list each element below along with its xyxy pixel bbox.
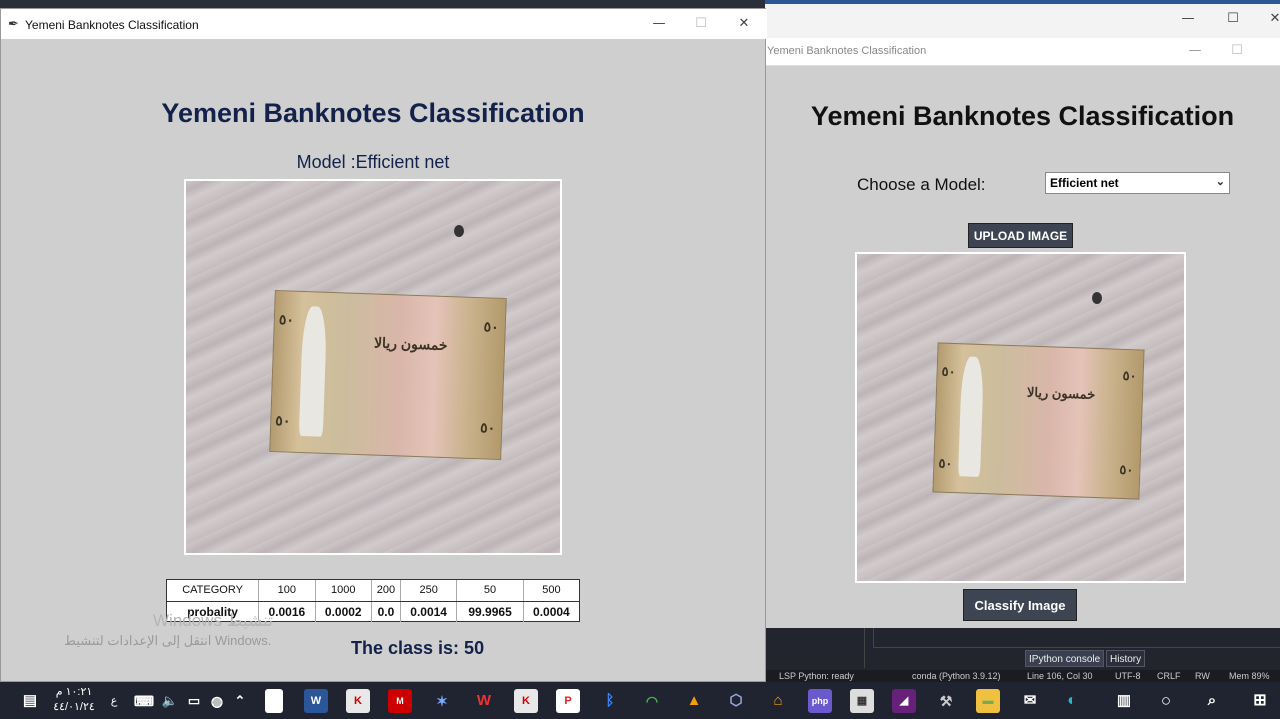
table-header-row: CATEGORY 100 1000 200 250 50 500 — [167, 580, 579, 602]
start-icon[interactable]: ⊞ — [1248, 689, 1272, 713]
maximize-button[interactable]: ☐ — [1213, 4, 1253, 34]
table-cell: CATEGORY — [167, 580, 260, 602]
table-cell: 200 — [371, 580, 401, 602]
app-icon-grid[interactable]: ▦ — [850, 689, 874, 713]
table-cell: 99.9965 — [456, 601, 524, 622]
page-title: Yemeni Banknotes Classification — [161, 98, 585, 128]
feather-icon: ✒ — [8, 16, 19, 31]
chevron-down-icon: ⌄ — [1215, 176, 1225, 188]
word-icon[interactable]: W — [304, 689, 328, 713]
virtualbox-icon[interactable]: ⬡ — [724, 689, 748, 713]
taskbar-clock[interactable]: ١٠:٢١ م ٤٤/٠١/٢٤ — [52, 685, 96, 715]
ide-panel: IPython console History LSP Python: read… — [765, 628, 1280, 682]
classifier-window-main: ✒ Yemeni Banknotes Classification — ☐ ✕ … — [0, 8, 767, 682]
table-cell: 0.0 — [371, 601, 401, 622]
status-lsp: LSP Python: ready — [779, 671, 854, 681]
battery-icon[interactable]: ▭ — [182, 689, 206, 713]
model-select[interactable]: Efficient net ⌄ — [1045, 172, 1230, 194]
search-icon[interactable]: ⌕ — [1200, 689, 1224, 713]
background-window-titlebar: — ☐ ✕ — [765, 0, 1280, 38]
choose-model-label: Choose a Model: — [857, 175, 986, 194]
matlab-icon[interactable]: ▲ — [682, 689, 706, 713]
table-cell: 500 — [523, 580, 579, 602]
tab-ipython-console[interactable]: IPython console — [1025, 650, 1105, 667]
table-cell: 100 — [258, 580, 316, 602]
wifi-icon[interactable]: ◠ — [640, 689, 664, 713]
pdf-icon[interactable]: P — [556, 689, 580, 713]
file-explorer-doc-icon[interactable] — [265, 689, 283, 713]
close-button[interactable]: ✕ — [1255, 4, 1280, 34]
table-cell: 1000 — [315, 580, 372, 602]
window-titlebar: ✒ Yemeni Banknotes Classification — ☐ ✕ — [1, 9, 767, 39]
wps-sheet-icon[interactable]: K — [514, 689, 538, 713]
model-label: Model :Efficient net — [296, 152, 450, 172]
classifier-window-secondary: Yemeni Banknotes Classification — ☐ Yeme… — [765, 38, 1280, 628]
window-title: Yemeni Banknotes Classification — [767, 45, 927, 57]
tools-icon[interactable]: ⚒ — [934, 689, 958, 713]
visual-studio-icon[interactable]: ◢ — [892, 689, 916, 713]
language-indicator[interactable]: ع — [102, 689, 126, 713]
app-icon-red[interactable]: M — [388, 689, 412, 713]
table-cell: 250 — [400, 580, 458, 602]
status-mem: Mem 89% — [1229, 671, 1270, 681]
clock-date: ٤٤/٠١/٢٤ — [53, 701, 95, 713]
folder-icon[interactable]: ▬ — [976, 689, 1000, 713]
notification-icon[interactable]: ▤ — [18, 689, 42, 713]
window-title: Yemeni Banknotes Classification — [25, 18, 199, 32]
window-titlebar: Yemeni Banknotes Classification — ☐ — [765, 38, 1280, 66]
table-cell: 0.0014 — [400, 601, 458, 622]
minimize-button[interactable]: — — [1175, 36, 1215, 66]
status-eol: CRLF — [1157, 671, 1181, 681]
wps-icon[interactable]: K — [346, 689, 370, 713]
table-cell: 50 — [456, 580, 524, 602]
status-encoding: UTF-8 — [1115, 671, 1141, 681]
model-select-value: Efficient net — [1050, 176, 1119, 190]
cortana-icon[interactable]: ○ — [1154, 689, 1178, 713]
mail-icon[interactable]: ✉ — [1018, 689, 1042, 713]
taskbar: ▤ ١٠:٢١ م ٤٤/٠١/٢٤ ع ⌨ 🔈 ▭ ◍ ⌃ W K M ✶ W… — [0, 682, 1280, 719]
minimize-button[interactable]: — — [1168, 4, 1208, 34]
banknote-image: ٥٠ ٥٠ ٥٠ ٥٠ خمسون ريالا — [184, 179, 562, 555]
status-rw: RW — [1195, 671, 1210, 681]
network-globe-icon[interactable]: ◍ — [205, 689, 229, 713]
page-title: Yemeni Banknotes Classification — [810, 101, 1235, 131]
maximize-button[interactable]: ☐ — [681, 9, 721, 39]
activation-watermark-title: Windows تنشيط — [153, 611, 273, 630]
result-label: The class is: 50 — [351, 638, 485, 658]
spider-icon[interactable]: ✶ — [430, 689, 454, 713]
edge-icon[interactable]: ◐ — [1060, 689, 1084, 713]
status-env: conda (Python 3.9.12) — [912, 671, 1001, 681]
volume-icon[interactable]: 🔈 — [158, 689, 182, 713]
upload-image-button[interactable]: UPLOAD IMAGE — [968, 223, 1073, 248]
table-cell: 0.0004 — [533, 604, 570, 619]
clock-time: ١٠:٢١ م — [55, 686, 93, 698]
minimize-button[interactable]: — — [639, 9, 679, 39]
banknote-image: ٥٠ ٥٠ ٥٠ ٥٠ خمسون ريالا — [855, 252, 1186, 583]
tab-history[interactable]: History — [1106, 650, 1146, 667]
classify-image-button[interactable]: Classify Image — [963, 589, 1077, 621]
ide-statusbar: LSP Python: ready conda (Python 3.9.12) … — [765, 670, 1280, 682]
wps-office-icon[interactable]: W — [472, 689, 496, 713]
table-cell: 0.0002 — [315, 601, 372, 622]
bluetooth-icon[interactable]: ᛒ — [598, 689, 622, 713]
php-icon[interactable]: php — [808, 689, 832, 713]
close-button[interactable]: ✕ — [724, 9, 764, 39]
task-view-icon[interactable]: ▥ — [1112, 689, 1136, 713]
keyboard-icon[interactable]: ⌨ — [132, 689, 156, 713]
app-icon-orange[interactable]: ⌂ — [766, 689, 790, 713]
activation-watermark-text: انتقل إلى الإعدادات لتنشيط Windows. — [64, 633, 272, 648]
chevron-up-icon[interactable]: ⌃ — [228, 689, 252, 713]
status-cursor: Line 106, Col 30 — [1027, 671, 1093, 681]
maximize-button[interactable]: ☐ — [1217, 36, 1257, 66]
